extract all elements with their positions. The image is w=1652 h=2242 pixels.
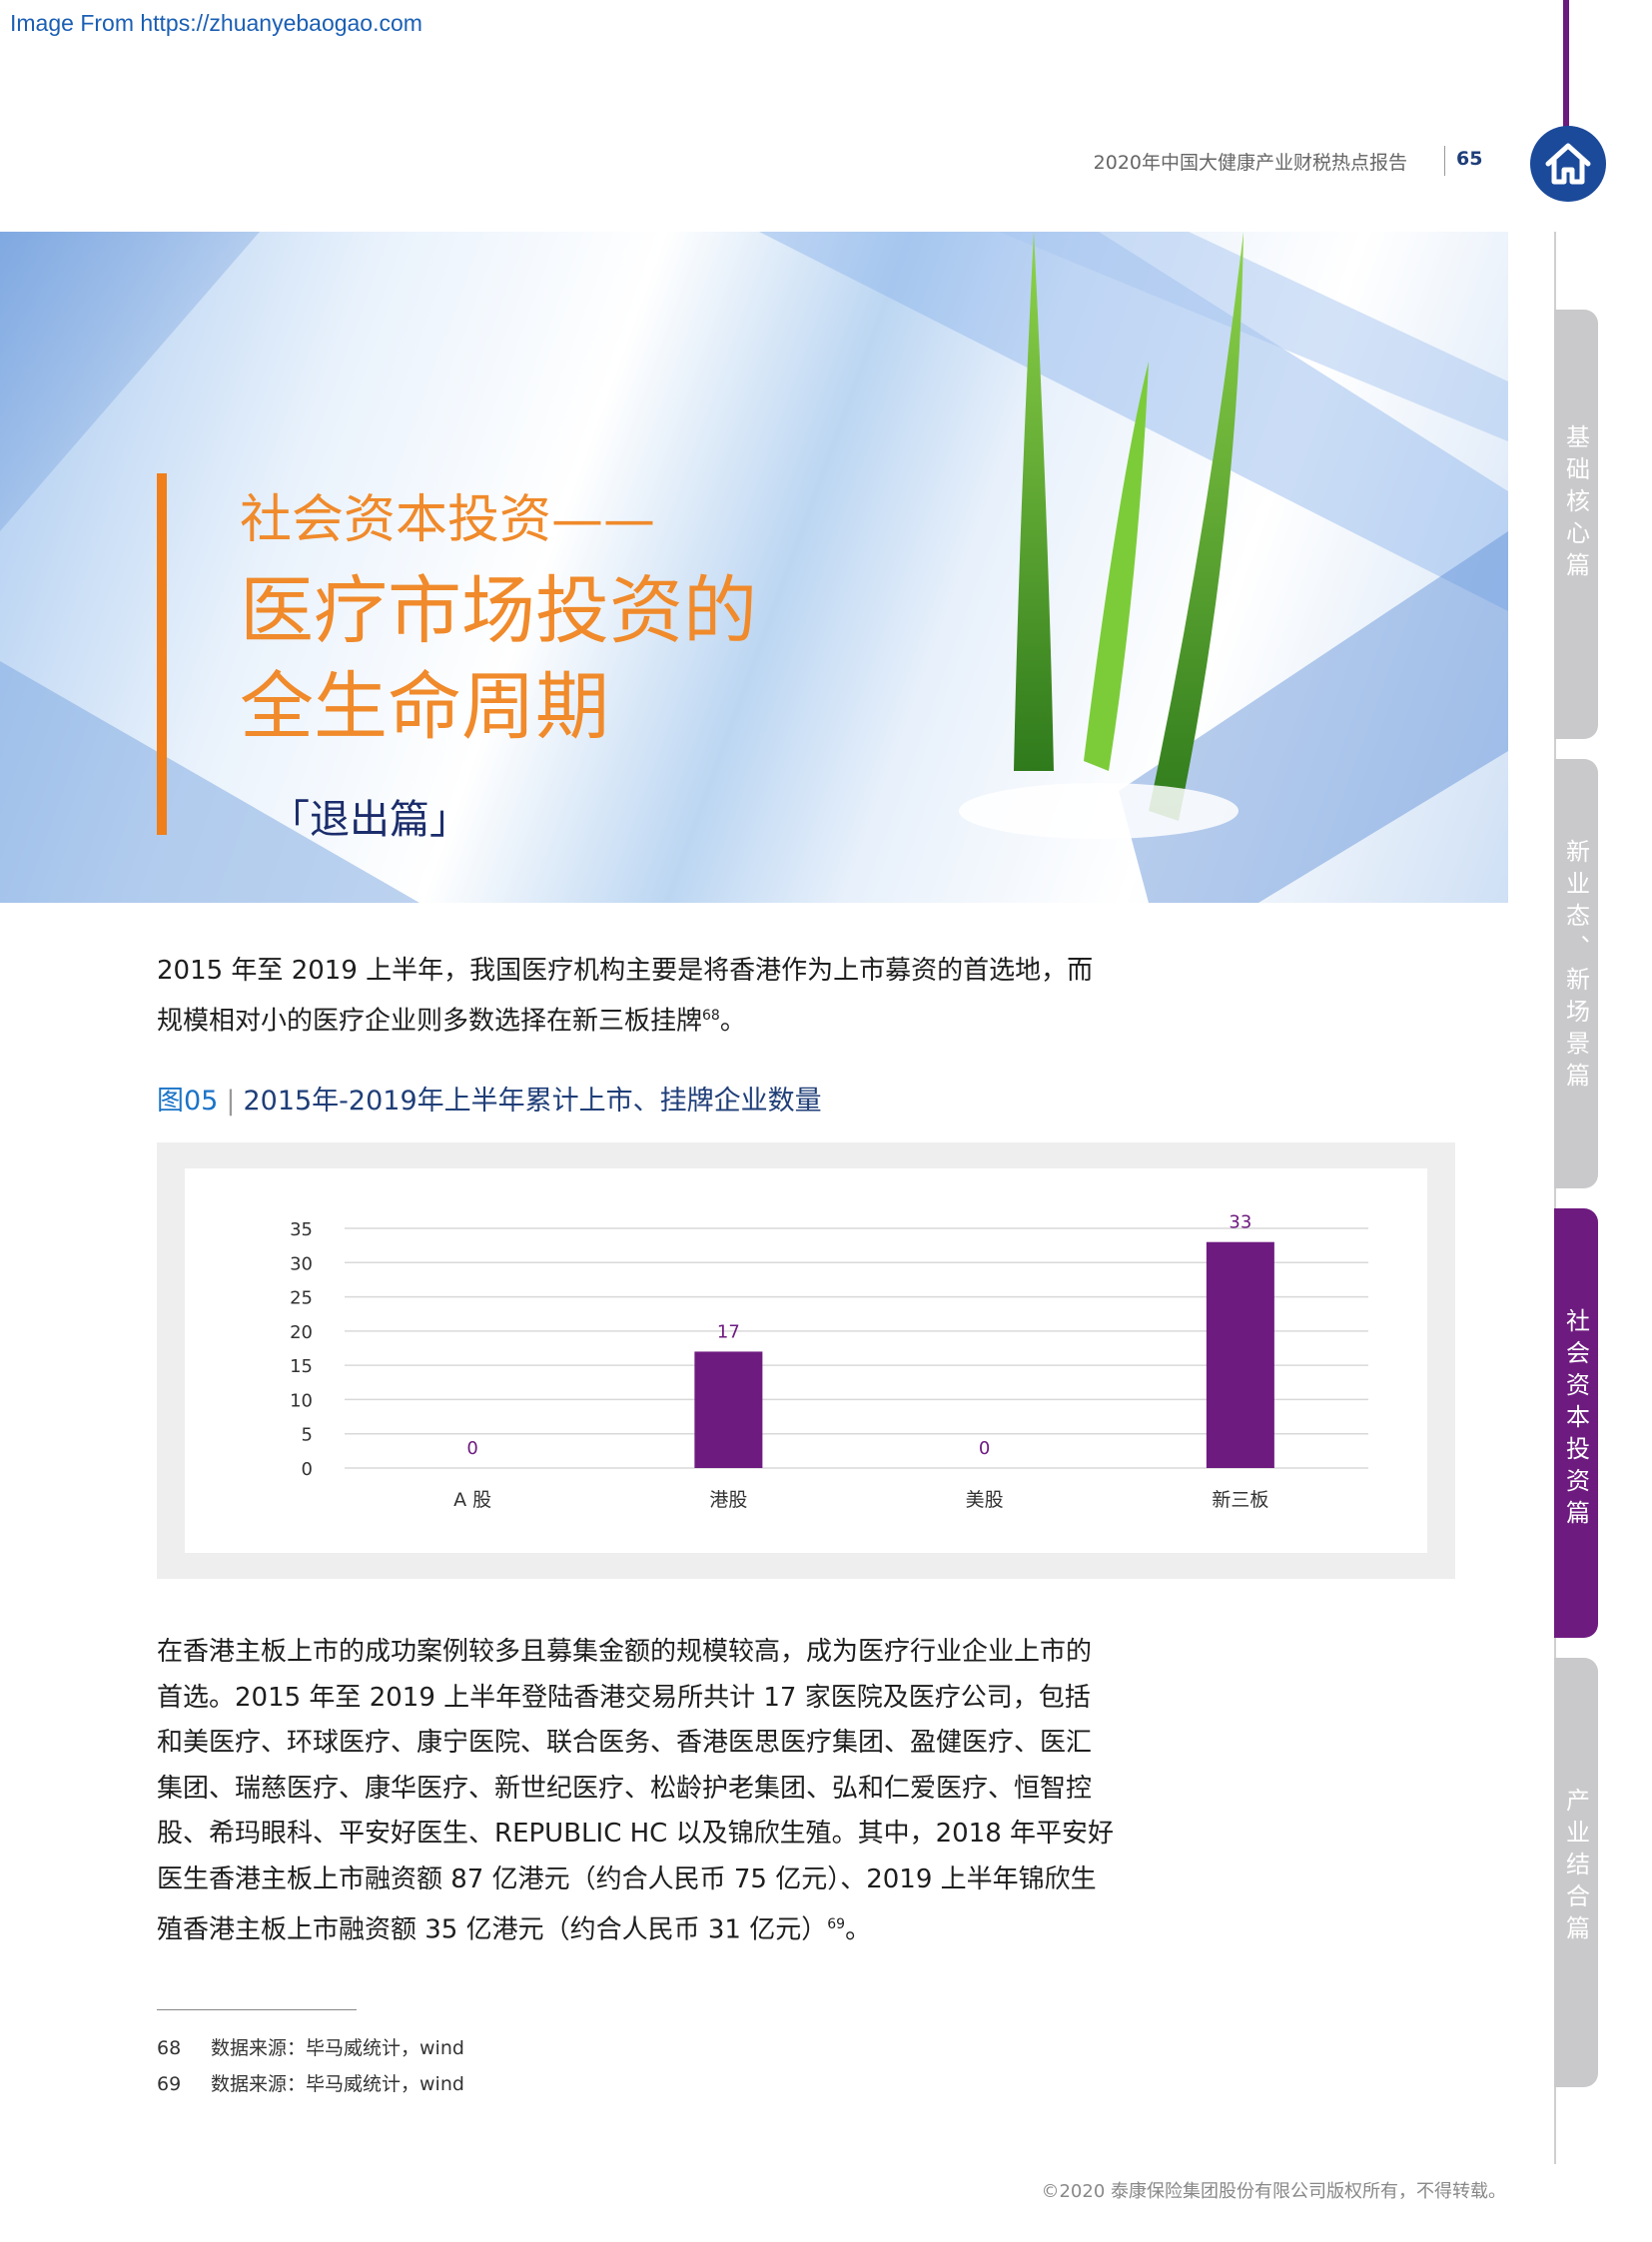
figure-caption: 2015年-2019年上半年累计上市、挂牌企业数量 [243,1086,822,1117]
header-divider [1444,146,1445,176]
bar [1206,1241,1274,1468]
bar [694,1351,763,1468]
side-tab-label: 社会资本投资篇 [1561,1308,1590,1532]
side-tab-label: 产业结合篇 [1561,1788,1590,1947]
footnote-69: 69 数据来源：毕马威统计，wind [157,2069,464,2096]
chart-panel: 0 5 10 15 20 25 30 35 0 A 股 17 港股 0 美股 33 新三板 [185,1168,1427,1553]
x-tick-label: A 股 [453,1489,491,1511]
hero-banner: 社会资本投资—— 医疗市场投资的 全生命周期 「退出篇」 [0,232,1508,903]
data-label: 0 [466,1438,477,1459]
footnote-rule [157,2009,357,2010]
x-tick-label: 新三板 [1212,1489,1268,1511]
copyright: ©2020 泰康保险集团股份有限公司版权所有，不得转载。 [1041,2181,1506,2202]
report-title: 2020年中国大健康产业财税热点报告 [1093,152,1407,174]
side-tab-new-business[interactable]: 新业态、新场景篇 [1554,759,1598,1188]
y-tick-label: 30 [290,1253,313,1274]
data-label: 0 [979,1438,990,1459]
side-tab-label: 新业态、新场景篇 [1561,839,1590,1095]
y-tick-label: 5 [302,1425,313,1446]
y-tick-label: 0 [302,1459,313,1480]
x-tick-label: 美股 [966,1489,1004,1511]
intro-text: 2015 年至 2019 上半年，我国医疗机构主要是将香港作为上市募资的首选地，… [157,956,1094,1037]
body-paragraph: 在香港主板上市的成功案例较多且募集金额的规模较高，成为医疗行业企业上市的首选。2… [157,1630,1116,1953]
home-button[interactable] [1530,126,1606,202]
y-tick-label: 10 [290,1390,313,1411]
y-tick-label: 25 [290,1288,313,1309]
y-tick-label: 15 [290,1356,313,1377]
side-tab-social-capital[interactable]: 社会资本投资篇 [1554,1208,1598,1638]
side-tab-industry[interactable]: 产业结合篇 [1554,1658,1598,2087]
hero-title: 医疗市场投资的 全生命周期 [240,563,939,755]
hero-title-line-2: 全生命周期 [240,664,609,750]
home-icon [1545,143,1591,185]
footnote-68: 68 数据来源：毕马威统计，wind [157,2033,464,2060]
footnote-number: 69 [157,2073,182,2095]
footnote-number: 68 [157,2037,182,2059]
watermark-link[interactable]: Image From https://zhuanyebaogao.com [10,10,422,37]
intro-end: 。 [719,1006,746,1037]
hero-subtitle: 社会资本投资—— [240,490,656,550]
side-tab-label: 基础核心篇 [1561,424,1590,584]
intro-paragraph: 2015 年至 2019 上半年，我国医疗机构主要是将香港作为上市募资的首选地，… [157,949,1116,1045]
figure-number: 图05 [157,1086,219,1117]
footnote-text: 数据来源：毕马威统计，wind [211,2037,464,2059]
footnote-text: 数据来源：毕马威统计，wind [211,2073,464,2095]
y-tick-label: 20 [290,1322,313,1343]
x-tick-label: 港股 [709,1489,747,1511]
y-tick-label: 35 [290,1219,313,1240]
bar-chart: 0 5 10 15 20 25 30 35 0 A 股 17 港股 0 美股 33 新三板 [290,1212,1368,1511]
figure-title: 图05 | 2015年-2019年上半年累计上市、挂牌企业数量 [157,1079,822,1118]
figure-separator: | [226,1086,236,1117]
hero-tag: 「退出篇」 [270,797,469,843]
footnote-ref[interactable]: 69 [827,1916,845,1932]
footnote-ref[interactable]: 68 [702,1008,720,1024]
body-end: 。 [845,1914,872,1945]
title-accent-bar [157,473,167,835]
side-tab-foundation[interactable]: 基础核心篇 [1554,310,1598,739]
chart-frame: 0 5 10 15 20 25 30 35 0 A 股 17 港股 0 美股 33 新三板 [157,1142,1455,1579]
data-label: 33 [1229,1212,1251,1233]
body-text: 在香港主板上市的成功案例较多且募集金额的规模较高，成为医疗行业企业上市的首选。2… [157,1637,1115,1945]
hero-title-line-1: 医疗市场投资的 [240,568,757,654]
top-accent-line [1563,0,1569,128]
page-number: 65 [1456,148,1483,170]
data-label: 17 [717,1321,740,1342]
